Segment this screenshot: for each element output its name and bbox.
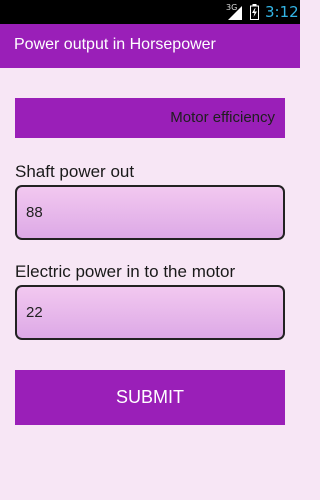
- motor-efficiency-display: Motor efficiency: [15, 98, 285, 138]
- clock: 3:12: [265, 3, 299, 21]
- electric-power-value: 22: [26, 304, 43, 321]
- status-bar: 3G 3:12: [0, 0, 300, 24]
- shaft-power-label: Shaft power out: [15, 162, 135, 181]
- shaft-power-input[interactable]: 88: [15, 185, 285, 240]
- action-bar: Power output in Horsepower: [0, 24, 300, 68]
- page-title: Power output in Horsepower: [14, 36, 216, 53]
- battery-icon: [250, 4, 259, 24]
- motor-efficiency-label: Motor efficiency: [170, 109, 275, 126]
- electric-power-label: Electric power in to the motor: [15, 262, 236, 281]
- shaft-power-value: 88: [26, 204, 43, 221]
- electric-power-input[interactable]: 22: [15, 285, 285, 340]
- submit-button[interactable]: SUBMIT: [15, 370, 285, 425]
- signal-icon: [228, 5, 242, 24]
